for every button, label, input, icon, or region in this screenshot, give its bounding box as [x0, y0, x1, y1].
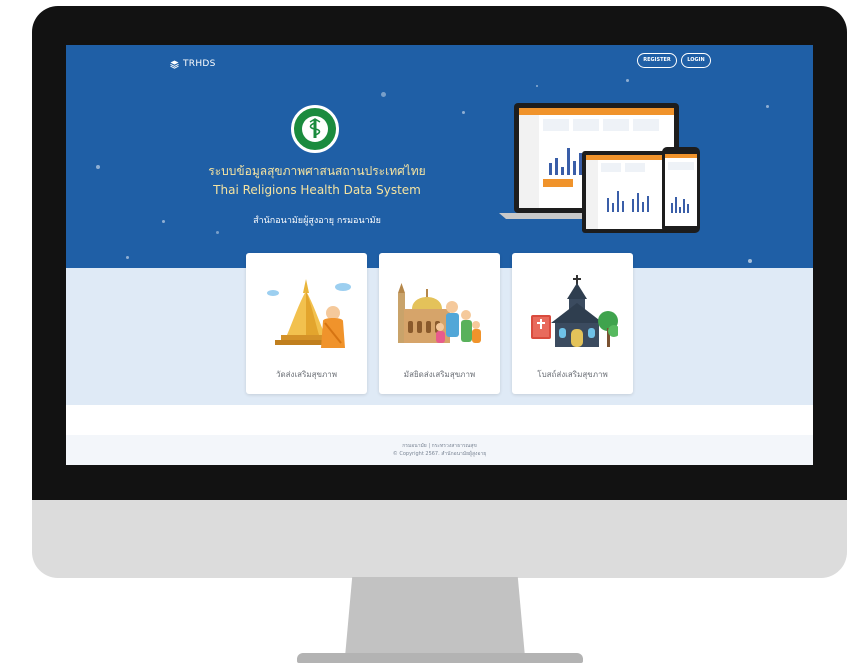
footer-copyright: © Copyright 2567. สำนักอนามัยผู้สูงอายุ	[392, 451, 487, 457]
ministry-emblem-icon	[291, 105, 339, 153]
register-button[interactable]: REGISTER	[637, 53, 677, 68]
footer-line-1: กรมอนามัย | กระทรวงสาธารณสุข	[402, 443, 477, 449]
card-temple-label: วัดส่งเสริมสุขภาพ	[275, 370, 338, 379]
church-icon	[531, 275, 618, 347]
department-subtitle: สำนักอนามัยผู้สูงอายุ กรมอนามัย	[253, 216, 381, 226]
buddhist-temple-icon	[267, 279, 351, 348]
site-title-thai: ระบบข้อมูลสุขภาพศาสนสถานประเทศไทย	[208, 164, 426, 178]
card-church[interactable]: โบสถ์ส่งเสริมสุขภาพ	[512, 253, 633, 394]
card-temple[interactable]: วัดส่งเสริมสุขภาพ	[246, 253, 367, 394]
brand-logo[interactable]: TRHDS	[170, 54, 216, 73]
monitor-stand-base	[297, 653, 583, 663]
responsive-device-mockup	[499, 103, 700, 233]
login-button[interactable]: LOGIN	[681, 53, 711, 68]
card-church-label: โบสถ์ส่งเสริมสุขภาพ	[537, 370, 608, 379]
mosque-icon	[398, 283, 481, 343]
card-mosque[interactable]: มัสยิดส่งเสริมสุขภาพ	[379, 253, 500, 394]
content-spacer	[66, 405, 813, 435]
monitor-chin	[32, 500, 847, 578]
site-title-english: Thai Religions Health Data System	[213, 183, 421, 197]
monitor-stand-neck	[345, 577, 525, 657]
layers-icon	[170, 54, 179, 73]
site-footer: กรมอนามัย | กระทรวงสาธารณสุข © Copyright…	[66, 435, 813, 465]
card-mosque-label: มัสยิดส่งเสริมสุขภาพ	[403, 370, 476, 379]
website-screen: TRHDS REGISTER LOGIN ระบบข้อมูลสุขภาพศาส…	[66, 45, 813, 465]
brand-name: TRHDS	[183, 58, 216, 69]
